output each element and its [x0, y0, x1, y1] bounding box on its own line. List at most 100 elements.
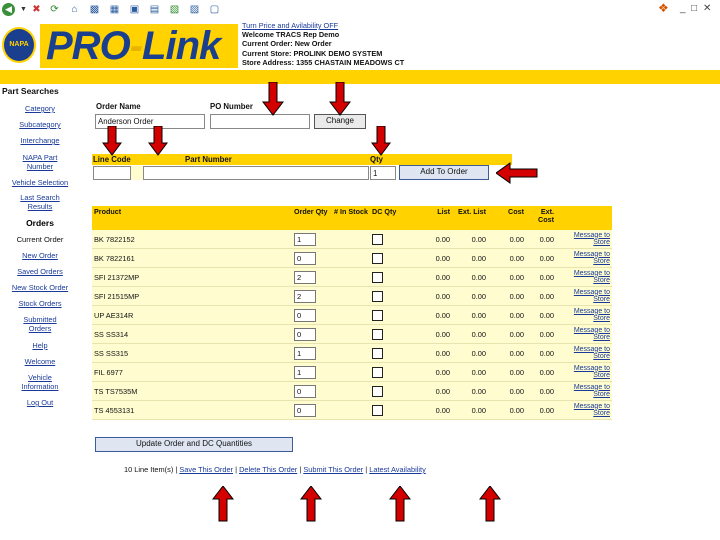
dc-qty-checkbox[interactable] — [372, 328, 383, 340]
sidebar-item-category[interactable]: Category — [0, 104, 80, 113]
close-icon[interactable]: ✕ — [703, 3, 711, 14]
order-qty-cell: 0 — [292, 324, 332, 344]
message-to-store-link[interactable]: Message to Store — [558, 346, 610, 361]
part-number-input[interactable] — [143, 166, 369, 180]
message-to-store-link[interactable]: Message to Store — [558, 270, 610, 285]
logo-pro-text: PRO — [46, 24, 131, 68]
order-qty-input[interactable]: 1 — [294, 365, 316, 379]
header-ext-cost: Ext. Cost — [526, 206, 556, 230]
order-qty-input[interactable]: 0 — [294, 327, 316, 341]
toolbar-icon[interactable]: ▨ — [188, 3, 201, 16]
delete-order-link[interactable]: Delete This Order — [239, 465, 297, 474]
dc-qty-cell — [370, 305, 412, 325]
order-qty-cell: 1 — [292, 343, 332, 363]
dc-qty-checkbox[interactable] — [372, 347, 383, 359]
order-qty-input[interactable]: 2 — [294, 270, 316, 284]
order-qty-input[interactable]: 0 — [294, 251, 316, 265]
welcome-text: Welcome TRACS Rep Demo — [242, 30, 340, 40]
toolbar-icon[interactable]: ▤ — [148, 3, 161, 16]
qty-input[interactable]: 1 — [370, 166, 396, 180]
message-to-store-link[interactable]: Message to Store — [558, 251, 610, 266]
message-to-store-link[interactable]: Message to Store — [558, 403, 610, 418]
dropdown-icon[interactable]: ▼ — [17, 3, 30, 16]
message-to-store-link[interactable]: Message to Store — [558, 289, 610, 304]
dc-qty-checkbox[interactable] — [372, 290, 383, 302]
order-qty-input[interactable]: 0 — [294, 384, 316, 398]
sidebar-item-vehicle-information[interactable]: Vehicle Information — [13, 373, 67, 391]
header-list: List — [412, 206, 452, 230]
table-row: TS 4553131 0 0.00 0.00 0.00 0.00 Message to St… — [92, 400, 612, 420]
chart-icon[interactable]: ▩ — [88, 3, 101, 16]
order-qty-input[interactable]: 0 — [294, 308, 316, 322]
stop-icon[interactable]: ✖ — [30, 3, 43, 16]
in-stock-cell — [332, 267, 370, 287]
home-icon[interactable]: ⌂ — [68, 3, 81, 16]
sidebar-item-new-stock-order[interactable]: New Stock Order — [0, 283, 80, 292]
sidebar-item-new-order[interactable]: New Order — [0, 251, 80, 260]
submit-order-link[interactable]: Submit This Order — [303, 465, 363, 474]
sidebar-item-napa-part-number[interactable]: NAPA Part Number — [10, 153, 70, 171]
latest-availability-link[interactable]: Latest Availability — [369, 465, 426, 474]
dc-qty-checkbox[interactable] — [372, 233, 383, 245]
order-qty-input[interactable]: 2 — [294, 289, 316, 303]
save-order-link[interactable]: Save This Order — [179, 465, 233, 474]
dc-qty-checkbox[interactable] — [372, 309, 383, 321]
dc-qty-checkbox[interactable] — [372, 252, 383, 264]
napa-logo: NAPA — [2, 27, 36, 63]
sidebar-item-subcategory[interactable]: Subcategory — [0, 120, 80, 129]
sidebar-item-saved-orders[interactable]: Saved Orders — [0, 267, 80, 276]
back-arrow-icon[interactable]: ◀ — [2, 3, 15, 16]
message-to-store-link[interactable]: Message to Store — [558, 365, 610, 380]
dc-qty-checkbox[interactable] — [372, 404, 383, 416]
sidebar-item-current-order[interactable]: Current Order — [0, 235, 80, 244]
toolbar-icon[interactable]: ▣ — [128, 3, 141, 16]
change-button[interactable]: Change — [314, 114, 366, 129]
product-cell: SS SS315 — [92, 343, 292, 363]
ext-cost-cell: 0.00 — [526, 286, 556, 306]
dc-qty-checkbox[interactable] — [372, 366, 383, 378]
red-arrow-down-icon — [262, 82, 284, 116]
order-qty-input[interactable]: 0 — [294, 403, 316, 417]
message-cell: Message to Store — [556, 286, 612, 306]
add-to-order-button[interactable]: Add To Order — [399, 165, 489, 180]
toolbar-icon[interactable]: ▧ — [168, 3, 181, 16]
ext-list-cell: 0.00 — [452, 248, 488, 268]
order-qty-input[interactable]: 1 — [294, 346, 316, 360]
sidebar-item-stock-orders[interactable]: Stock Orders — [0, 299, 80, 308]
order-qty-input[interactable]: 1 — [294, 232, 316, 246]
line-code-input[interactable] — [93, 166, 131, 180]
update-quantities-button[interactable]: Update Order and DC Quantities — [95, 437, 293, 452]
dc-qty-checkbox[interactable] — [372, 271, 383, 283]
in-stock-cell — [332, 400, 370, 420]
sidebar-item-last-search-results[interactable]: Last Search Results — [10, 193, 70, 211]
cost-cell: 0.00 — [488, 267, 526, 287]
table-row: UP AE314R 0 0.00 0.00 0.00 0.00 Message to Sto… — [92, 305, 612, 325]
sidebar-item-log-out[interactable]: Log Out — [0, 398, 80, 407]
toolbar-icon[interactable]: ▢ — [208, 3, 221, 16]
dc-qty-checkbox[interactable] — [372, 385, 383, 397]
toggle-price-link[interactable]: Turn Price and Avilability OFF — [242, 21, 542, 30]
dc-qty-cell — [370, 400, 412, 420]
sidebar-item-welcome[interactable]: Welcome — [0, 357, 80, 366]
entry-spacer — [131, 166, 143, 180]
sidebar-item-interchange[interactable]: Interchange — [0, 136, 80, 145]
refresh-icon[interactable]: ⟳ — [48, 3, 61, 16]
sidebar-item-help[interactable]: Help — [0, 341, 80, 350]
in-stock-cell — [332, 286, 370, 306]
product-cell: SFI 21515MP — [92, 286, 292, 306]
message-to-store-link[interactable]: Message to Store — [558, 384, 610, 399]
ext-list-cell: 0.00 — [452, 267, 488, 287]
message-cell: Message to Store — [556, 267, 612, 287]
message-to-store-link[interactable]: Message to Store — [558, 232, 610, 247]
message-to-store-link[interactable]: Message to Store — [558, 327, 610, 342]
minimize-icon[interactable]: _ — [680, 3, 686, 14]
separator: | — [365, 465, 368, 474]
po-number-input[interactable] — [210, 114, 310, 129]
tool-icon[interactable]: ▦ — [108, 3, 121, 16]
message-to-store-link[interactable]: Message to Store — [558, 308, 610, 323]
order-table: Product Order Qty # In Stock DC Qty List… — [92, 206, 612, 420]
restore-icon[interactable]: □ — [691, 3, 697, 14]
sidebar-item-submitted-orders[interactable]: Submitted Orders — [15, 315, 65, 333]
list-cell: 0.00 — [412, 343, 452, 363]
sidebar-item-vehicle-selection[interactable]: Vehicle Selection — [0, 178, 80, 187]
